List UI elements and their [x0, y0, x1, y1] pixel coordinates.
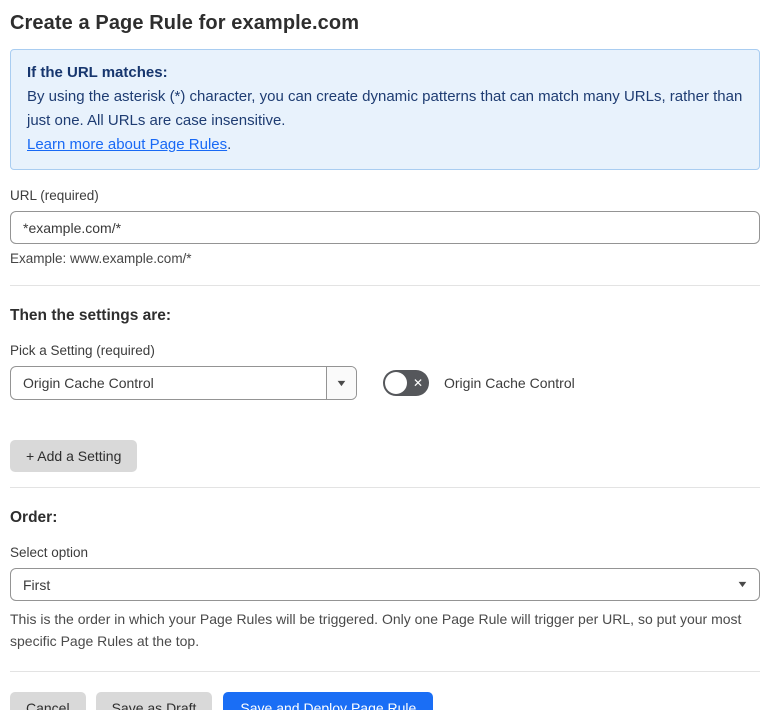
order-select[interactable]: First ▼	[10, 568, 760, 601]
divider	[10, 487, 760, 488]
order-section-heading: Order:	[10, 509, 58, 526]
save-as-draft-button[interactable]: Save as Draft	[95, 692, 213, 710]
divider	[10, 285, 760, 286]
order-select-value: First	[23, 576, 51, 593]
order-select-arrow: ▼	[725, 569, 759, 600]
toggle-off-x-icon: ✕	[412, 376, 423, 390]
pick-setting-label: Pick a Setting (required)	[10, 343, 155, 358]
add-setting-button[interactable]: + Add a Setting	[10, 440, 138, 472]
url-field-label: URL (required)	[10, 188, 99, 203]
setting-select-value: Origin Cache Control	[23, 375, 154, 391]
footer-actions: Cancel Save as Draft Save and Deploy Pag…	[10, 692, 760, 710]
link-suffix: .	[227, 136, 232, 153]
settings-section-heading: Then the settings are:	[10, 307, 172, 324]
chevron-down-icon: ▼	[735, 579, 749, 589]
page-title: Create a Page Rule for example.com	[10, 12, 360, 34]
cancel-button[interactable]: Cancel	[10, 692, 86, 710]
save-and-deploy-button[interactable]: Save and Deploy Page Rule	[223, 692, 434, 710]
setting-select[interactable]: Origin Cache Control ▼	[10, 366, 357, 400]
origin-cache-control-toggle[interactable]: ✕	[383, 370, 429, 396]
toggle-knob	[385, 372, 407, 394]
info-box-link-line: Learn more about Page Rules.	[27, 133, 743, 157]
setting-select-arrow-button[interactable]: ▼	[326, 367, 356, 399]
url-input[interactable]	[10, 211, 760, 244]
info-box-heading: If the URL matches:	[27, 64, 168, 81]
toggle-label: Origin Cache Control	[444, 375, 575, 391]
order-select-label: Select option	[10, 545, 89, 560]
page-rule-form: Create a Page Rule for example.com If th…	[0, 0, 770, 710]
divider	[10, 671, 760, 672]
chevron-down-icon: ▼	[335, 377, 348, 388]
url-example-helper: Example: www.example.com/*	[10, 251, 192, 266]
learn-more-link[interactable]: Learn more about Page Rules	[27, 136, 227, 153]
setting-picker-row: Origin Cache Control ▼ ✕ Origin Cache Co…	[10, 366, 760, 400]
order-helper-text: This is the order in which your Page Rul…	[10, 611, 742, 649]
info-box-body: By using the asterisk (*) character, you…	[27, 88, 743, 129]
url-match-info-box: If the URL matches: By using the asteris…	[10, 49, 760, 170]
